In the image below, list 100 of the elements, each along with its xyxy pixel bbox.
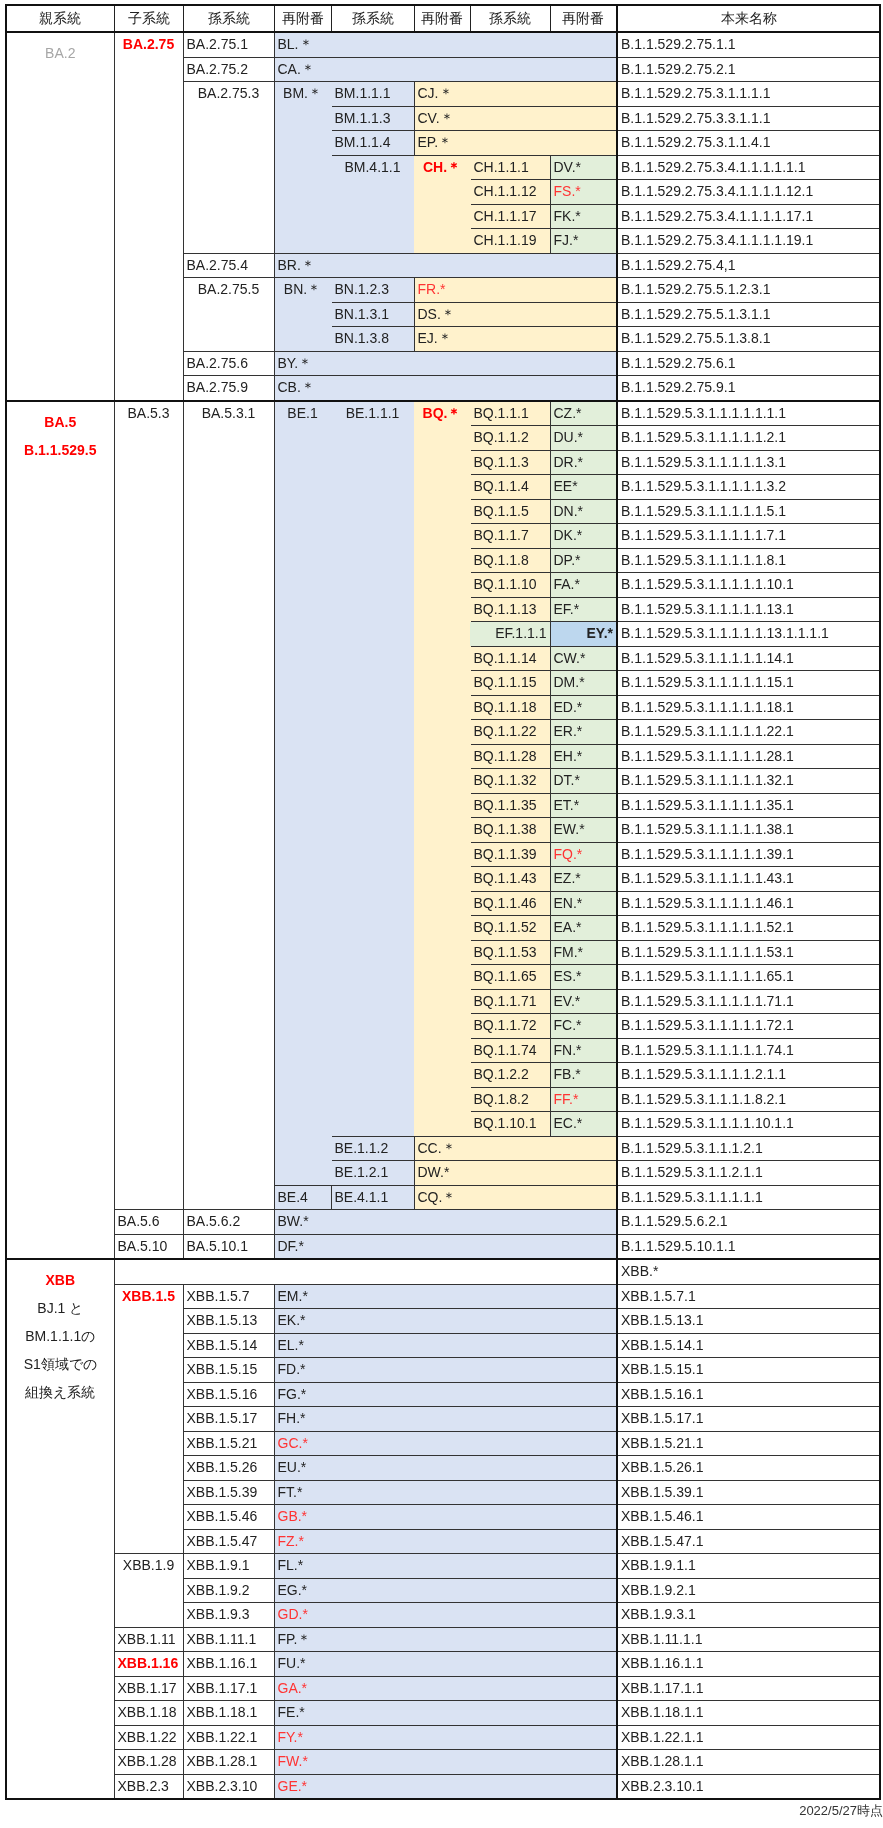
table-cell: B.1.1.529.5.3.1.1.1.1.1.13.1.1.1.1 xyxy=(617,621,880,646)
table-cell: BQ.1.1.4 xyxy=(470,474,550,499)
table-cell: XBB.1.22.1.1 xyxy=(617,1725,880,1750)
table-cell: XBB.1.5.46 xyxy=(183,1504,274,1529)
table-cell: DS.＊ xyxy=(414,302,617,327)
table-cell: FP.＊ xyxy=(274,1627,617,1652)
table-cell: BN.1.3.1 xyxy=(331,302,414,327)
table-cell: CV.＊ xyxy=(414,106,617,131)
cell-text-line: BM.1.1.1の xyxy=(24,1327,97,1346)
table-cell: BQ.1.1.5 xyxy=(470,499,550,524)
table-cell: B.1.1.529.2.75.3.4.1.1.1.1.1.1 xyxy=(617,155,880,180)
table-cell: B.1.1.529.2.75.4,1 xyxy=(617,253,880,278)
table-cell: CA.＊ xyxy=(274,57,617,82)
table-cell: B.1.1.529.5.3.1.1.1.1.1.14.1 xyxy=(617,646,880,671)
table-cell: BQ.1.1.14 xyxy=(470,646,550,671)
table-cell: BN.＊ xyxy=(274,277,331,351)
table-cell: BL.＊ xyxy=(274,32,617,57)
table-cell: BW.* xyxy=(274,1209,617,1234)
table-cell: GA.* xyxy=(274,1676,617,1701)
table-cell: XBB.1.9.3 xyxy=(183,1602,274,1627)
table-cell: BQ.1.1.65 xyxy=(470,964,550,989)
table-cell: XBB.1.17.1 xyxy=(183,1676,274,1701)
table-cell: BQ.1.1.1 xyxy=(470,400,550,426)
table-cell: BQ.1.1.8 xyxy=(470,548,550,573)
table-cell: B.1.1.529.5.3.1.1.1.1.1.72.1 xyxy=(617,1013,880,1038)
table-cell: B.1.1.529.5.3.1.1.1.1.1 xyxy=(617,1185,880,1210)
table-cell: XBB.1.5.39.1 xyxy=(617,1480,880,1505)
table-cell: XBB.1.9.2.1 xyxy=(617,1578,880,1603)
table-cell: B.1.1.529.5.3.1.1.1.1.1.32.1 xyxy=(617,768,880,793)
table-cell: XBB.1.5.7 xyxy=(183,1284,274,1309)
table-cell: BA.2.75.4 xyxy=(183,253,274,278)
table-cell: XBB.1.5.16 xyxy=(183,1382,274,1407)
table-cell: XBB.1.5.7.1 xyxy=(617,1284,880,1309)
table-cell: B.1.1.529.5.3.1.1.1.1.10.1.1 xyxy=(617,1111,880,1136)
table-cell: FG.* xyxy=(274,1382,617,1407)
table-cell: BQ.1.1.38 xyxy=(470,817,550,842)
table-cell: BQ.1.1.28 xyxy=(470,744,550,769)
table-cell: EP.＊ xyxy=(414,130,617,155)
table-cell: BA.5.3 xyxy=(114,400,183,1210)
table-cell: B.1.1.529.5.3.1.1.1.1.1.15.1 xyxy=(617,670,880,695)
table-cell: XBB.1.28.1.1 xyxy=(617,1749,880,1774)
table-cell: BQ.1.1.10 xyxy=(470,572,550,597)
table-cell: B.1.1.529.5.3.1.1.1.1.1.65.1 xyxy=(617,964,880,989)
table-cell: BM.1.1.1 xyxy=(331,81,414,106)
cell-text-line: BJ.1 と xyxy=(36,1299,85,1318)
table-cell: BQ.1.1.3 xyxy=(470,450,550,475)
table-cell: XBB.1.11 xyxy=(114,1627,183,1652)
table-cell: B.1.1.529.2.75.3.1.1.4.1 xyxy=(617,130,880,155)
table-cell: BE.1.1.1 xyxy=(331,400,414,1136)
table-cell: EJ.＊ xyxy=(414,326,617,351)
table-cell: BQ.1.1.15 xyxy=(470,670,550,695)
table-cell: XBB.1.5.16.1 xyxy=(617,1382,880,1407)
table-cell: B.1.1.529.2.75.3.1.1.1.1 xyxy=(617,81,880,106)
table-cell: BQ.＊ xyxy=(414,400,470,1136)
table-cell: BY.＊ xyxy=(274,351,617,376)
table-cell: B.1.1.529.2.75.6.1 xyxy=(617,351,880,376)
table-cell: B.1.1.529.2.75.3.4.1.1.1.1.17.1 xyxy=(617,204,880,229)
table-cell: B.1.1.529.2.75.5.1.3.8.1 xyxy=(617,326,880,351)
table-cell: B.1.1.529.5.6.2.1 xyxy=(617,1209,880,1234)
table-cell: B.1.1.529.2.75.5.1.2.3.1 xyxy=(617,277,880,302)
table-cell: XBB.1.18.1 xyxy=(183,1700,274,1725)
table-cell: BQ.1.10.1 xyxy=(470,1111,550,1136)
table-cell: CH.＊ xyxy=(414,155,470,253)
table-cell: CJ.＊ xyxy=(414,81,617,106)
table-cell: XBB.1.17.1.1 xyxy=(617,1676,880,1701)
cell-text-line: BA.2 xyxy=(44,44,77,63)
table-cell: XBB.1.5.47 xyxy=(183,1529,274,1554)
table-cell: BA.2.75.1 xyxy=(183,32,274,57)
table-cell: BE.1 xyxy=(274,400,331,1185)
table-cell: XBB.1.5.21 xyxy=(183,1431,274,1456)
table-cell: BE.1.2.1 xyxy=(331,1160,414,1185)
table-cell: B.1.1.529.5.3.1.1.1.1.1.35.1 xyxy=(617,793,880,818)
table-cell: XBB.1.16.1 xyxy=(183,1651,274,1676)
table-cell: BQ.1.1.43 xyxy=(470,866,550,891)
table-cell: XBB.1.5.39 xyxy=(183,1480,274,1505)
table-cell: FU.* xyxy=(274,1651,617,1676)
table-cell: CH.1.1.12 xyxy=(470,179,550,204)
table-cell: B.1.1.529.5.3.1.1.1.1.1.74.1 xyxy=(617,1038,880,1063)
table-cell: XBB.1.5.26.1 xyxy=(617,1455,880,1480)
table-cell: BA.2.75.3 xyxy=(183,81,274,253)
table-cell: BM.4.1.1 xyxy=(331,155,414,253)
table-cell: XBB.1.9.1 xyxy=(183,1553,274,1578)
table-cell: CC.＊ xyxy=(414,1136,617,1161)
table-cell: CH.1.1.17 xyxy=(470,204,550,229)
table-cell: B.1.1.529.5.3.1.1.1.1.1.5.1 xyxy=(617,499,880,524)
table-cell: XBB.* xyxy=(617,1259,880,1284)
table-cell: BR.＊ xyxy=(274,253,617,278)
table-cell: B.1.1.529.5.3.1.1.1.1.1.52.1 xyxy=(617,915,880,940)
table-cell: XBB.1.18 xyxy=(114,1700,183,1725)
table-cell: EG.* xyxy=(274,1578,617,1603)
table-cell: XBB.1.17 xyxy=(114,1676,183,1701)
table-cell: B.1.1.529.2.75.3.4.1.1.1.1.19.1 xyxy=(617,228,880,253)
table-cell: BN.1.2.3 xyxy=(331,277,414,302)
table-cell: B.1.1.529.2.75.5.1.3.1.1 xyxy=(617,302,880,327)
table-cell: EU.* xyxy=(274,1455,617,1480)
table-cell: FY.* xyxy=(274,1725,617,1750)
table-cell: FZ.* xyxy=(274,1529,617,1554)
table-cell: B.1.1.529.5.3.1.1.1.1.1.28.1 xyxy=(617,744,880,769)
table-cell: XBB.1.22 xyxy=(114,1725,183,1750)
table-cell: XBB.1.16 xyxy=(114,1651,183,1676)
